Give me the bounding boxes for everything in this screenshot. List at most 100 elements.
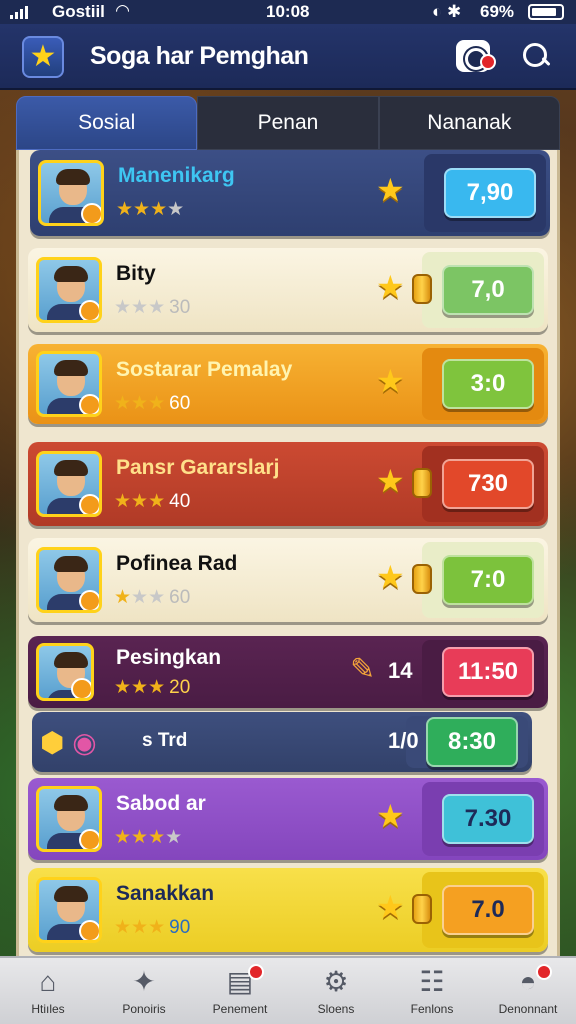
list-item[interactable]: Sostarar Pemalay ★★★ 60 ★ 3:0 <box>28 344 548 424</box>
star-icon: ★ <box>131 393 149 414</box>
avatar[interactable] <box>36 451 102 517</box>
list-item[interactable]: Pesingkan ★★★ 20 14 ✎ 11:50 <box>28 636 548 708</box>
nav-label: Ponoiris <box>122 1002 166 1016</box>
time-button[interactable]: 8:30 <box>426 717 518 767</box>
news-icon: ☷ <box>419 966 445 997</box>
nav-label: Sloens <box>317 1002 355 1016</box>
gear-icon: ⚙ <box>323 966 349 997</box>
star-rating: ★★★ 30 <box>114 296 190 319</box>
signal-icon <box>10 5 28 19</box>
player-name: Sanakkan <box>116 882 215 905</box>
star-icon: ★ <box>148 917 166 938</box>
nav-item-news[interactable]: ☷ Fenlons <box>384 958 480 1024</box>
player-name: Sostarar Pemalay <box>116 358 293 381</box>
star-icon: ★ <box>150 199 168 220</box>
nav-item-puzzle[interactable]: ✦ Ponoiris <box>96 958 192 1024</box>
star-icon: ★ <box>376 889 405 925</box>
star-icon: ★ <box>114 677 132 698</box>
star-icon: ★ <box>114 393 132 414</box>
star-icon: ★ <box>116 199 134 220</box>
star-icon: ★ <box>131 491 149 512</box>
list-item[interactable]: Sabod ar ★★★★ ★ 7.30 <box>28 778 548 860</box>
star-icon: ★ <box>114 587 132 608</box>
list-item[interactable]: Sanakkan ★★★ 90 ★ 7.0 <box>28 868 548 952</box>
time-button[interactable]: 11:50 <box>442 647 534 697</box>
home-icon: ⌂ <box>39 966 57 997</box>
avatar[interactable] <box>36 786 102 852</box>
carrier-name: Gostiil <box>52 2 105 21</box>
star-logo-icon[interactable]: ★ <box>22 36 64 78</box>
time-button[interactable]: 7:0 <box>442 555 534 605</box>
star-icon: ★ <box>376 798 405 834</box>
rating-value: 30 <box>169 297 191 318</box>
list-item[interactable]: Pansr Gararslarj ★★★ 40 ★ 730 <box>28 442 548 526</box>
avatar-hair <box>56 169 90 185</box>
list-item[interactable]: ⬢ ◉ s Trd 1/0 8:30 <box>32 712 532 772</box>
app-header: ★ Soga har Pemghan <box>0 24 576 90</box>
star-rating: ★★★ 60 <box>114 392 190 415</box>
rating-value: 40 <box>169 491 191 512</box>
nav-item-chest[interactable]: ▤ Penement <box>192 958 288 1024</box>
nav-label: Htiıles <box>31 1002 65 1016</box>
nav-item-home[interactable]: ⌂ Htiıles <box>0 958 96 1024</box>
star-icon: ★ <box>376 463 405 499</box>
tab-penan[interactable]: Penan <box>197 96 379 150</box>
list-item[interactable]: Pofinea Rad ★★★ 60 ★ 7:0 <box>28 538 548 622</box>
player-name: Pansr Gararslarj <box>116 456 280 479</box>
side-value: 14 <box>388 658 413 683</box>
avatar[interactable] <box>36 643 94 701</box>
avatar[interactable] <box>38 160 104 226</box>
time-button[interactable]: 7,90 <box>444 168 536 218</box>
status-bar: Gostiil ◠ 10:08 ◐ ✱ 69% <box>0 0 576 24</box>
avatar[interactable] <box>36 547 102 613</box>
star-rating: ★★★★ <box>116 198 188 221</box>
player-name: Manenikarg <box>118 164 235 187</box>
rating-value: 60 <box>169 393 191 414</box>
rank-badge-icon <box>81 203 101 223</box>
player-name: Pofinea Rad <box>116 552 238 575</box>
star-icon: ★ <box>376 363 405 399</box>
puzzle-icon: ✦ <box>132 966 156 997</box>
tab-sosial[interactable]: Sosial <box>16 96 198 150</box>
star-rating: ★★★ 90 <box>114 916 190 939</box>
time-button[interactable]: 3:0 <box>442 359 534 409</box>
avatar-hair <box>54 795 88 811</box>
list-item[interactable]: Bity ★★★ 30 ★ 7,0 <box>28 248 548 332</box>
avatar[interactable] <box>36 351 102 417</box>
time-button[interactable]: 7.0 <box>442 885 534 935</box>
star-icon: ★ <box>376 172 405 208</box>
nav-label: Penement <box>212 1002 268 1016</box>
star-icon: ★ <box>131 587 149 608</box>
star-rating: ★★★ 20 <box>114 676 190 699</box>
star-rating: ★★★★ <box>114 826 186 849</box>
star-icon: ★ <box>131 917 149 938</box>
rank-badge-icon <box>79 300 99 320</box>
search-icon[interactable] <box>520 40 552 72</box>
avatar[interactable] <box>36 877 102 943</box>
rating-value: 60 <box>169 587 191 608</box>
star-icon: ★ <box>167 199 185 220</box>
orb-icon: ◉ <box>72 727 97 758</box>
coin-icon <box>412 274 432 304</box>
notification-badge <box>480 54 496 70</box>
avatar-hair <box>54 556 88 572</box>
pencil-icon: ✎ <box>350 653 376 686</box>
rank-badge-icon <box>79 590 99 610</box>
coin-icon <box>412 468 432 498</box>
star-icon: ★ <box>131 827 149 848</box>
time-button[interactable]: 730 <box>442 459 534 509</box>
list-item[interactable]: Manenikarg ★★★★ ★ 7,90 <box>30 150 550 236</box>
star-icon: ★ <box>148 297 166 318</box>
gem-icon: ⬢ <box>40 727 65 758</box>
time-button[interactable]: 7.30 <box>442 794 534 844</box>
rating-value: 20 <box>169 677 191 698</box>
time-button[interactable]: 7,0 <box>442 265 534 315</box>
star-icon: ★ <box>148 491 166 512</box>
notification-badge <box>247 964 264 980</box>
avatar[interactable] <box>36 257 102 323</box>
coin-icon <box>412 564 432 594</box>
nav-item-settings[interactable]: ⚙ Sloens <box>288 958 384 1024</box>
tab-nananak[interactable]: Nananak <box>378 96 560 150</box>
star-icon: ★ <box>114 297 132 318</box>
nav-item-chat[interactable]: ◓ Denonnant <box>480 958 576 1024</box>
